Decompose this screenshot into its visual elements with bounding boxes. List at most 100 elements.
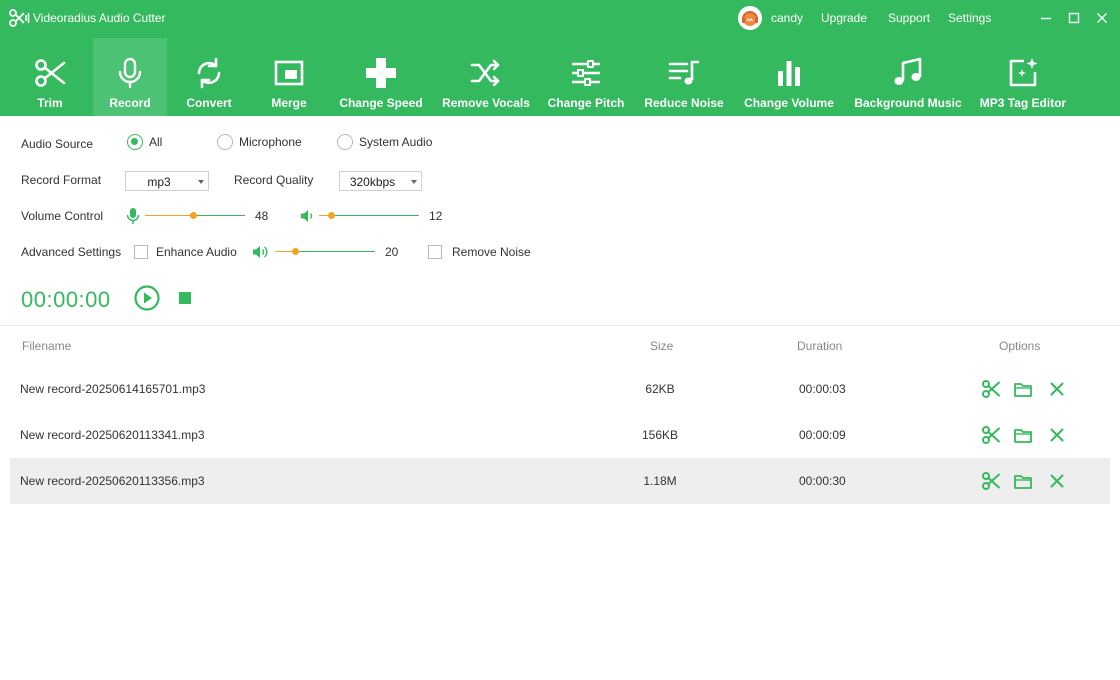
tool-label: Record: [109, 96, 151, 110]
tool-remove-vocals[interactable]: Remove Vocals: [440, 38, 532, 116]
table-row[interactable]: New record-20250620113356.mp3 1.18M 00:0…: [10, 458, 1110, 504]
scissors-icon: [35, 59, 66, 87]
tool-change-volume[interactable]: Change Volume: [742, 38, 836, 116]
close-icon[interactable]: [1092, 8, 1112, 28]
tool-label: Remove Vocals: [442, 96, 530, 110]
tool-reduce-noise[interactable]: Reduce Noise: [642, 38, 726, 116]
column-filename: Filename: [22, 339, 72, 353]
stop-button[interactable]: [179, 292, 191, 304]
cut-button[interactable]: [981, 425, 1001, 445]
audio-source-label: Audio Source: [21, 137, 94, 151]
row-duration: 00:00:09: [799, 428, 846, 442]
chevron-down-icon: [198, 180, 204, 184]
music-note-icon: [894, 57, 922, 85]
tool-mp3-tag-editor[interactable]: MP3 Tag Editor: [978, 38, 1068, 116]
slider-knob[interactable]: [291, 248, 299, 255]
volume-up-icon: [253, 246, 268, 258]
table-row[interactable]: New record-20250620113341.mp3 156KB 00:0…: [10, 412, 1110, 458]
scissors-icon: [982, 380, 1000, 398]
open-folder-button[interactable]: [1013, 471, 1033, 491]
tool-background-music[interactable]: Background Music: [853, 38, 963, 116]
app-logo-icon: [9, 9, 30, 27]
row-filename: New record-20250614165701.mp3: [20, 382, 206, 396]
convert-icon: [197, 57, 221, 89]
speaker-icon: [301, 210, 313, 222]
row-size: 62KB: [645, 382, 675, 396]
title-bar: Videoradius Audio Cutter candy Upgrade S…: [0, 0, 1120, 36]
source-microphone-radio[interactable]: [217, 134, 233, 150]
bar-chart-icon: [778, 61, 800, 86]
maximize-icon[interactable]: [1064, 8, 1084, 28]
close-icon: [1050, 428, 1064, 442]
tool-label: Change Volume: [744, 96, 834, 110]
chevron-down-icon: [411, 180, 417, 184]
row-filename: New record-20250620113341.mp3: [20, 428, 205, 442]
remove-noise-checkbox[interactable]: [428, 245, 442, 259]
folder-icon: [1014, 383, 1032, 397]
delete-button[interactable]: [1047, 471, 1067, 491]
noise-icon: [668, 60, 700, 85]
record-format-label: Record Format: [21, 173, 102, 187]
minimize-icon[interactable]: [1036, 8, 1056, 28]
merge-icon: [274, 60, 304, 86]
source-system-audio-label[interactable]: System Audio: [359, 135, 432, 149]
tool-label: Merge: [271, 96, 307, 110]
open-folder-button[interactable]: [1013, 425, 1033, 445]
cut-button[interactable]: [981, 471, 1001, 491]
tag-edit-icon: [1009, 58, 1038, 87]
system-volume-slider[interactable]: [319, 211, 419, 221]
tool-label: Change Speed: [339, 96, 423, 110]
enhance-audio-value: 20: [385, 245, 399, 259]
column-options: Options: [999, 339, 1041, 353]
mic-volume-value: 48: [255, 209, 269, 223]
delete-button[interactable]: [1047, 425, 1067, 445]
settings-link[interactable]: Settings: [948, 11, 991, 25]
shuffle-icon: [470, 59, 500, 87]
record-quality-label: Record Quality: [234, 173, 314, 187]
remove-noise-label[interactable]: Remove Noise: [452, 245, 531, 259]
tool-merge[interactable]: Merge: [252, 38, 326, 116]
tool-convert[interactable]: Convert: [172, 38, 246, 116]
row-size: 156KB: [641, 428, 679, 442]
app-header: Videoradius Audio Cutter candy Upgrade S…: [0, 0, 1120, 116]
play-button[interactable]: [134, 285, 160, 311]
cut-button[interactable]: [981, 379, 1001, 399]
avatar[interactable]: [738, 6, 762, 30]
source-system-audio-radio[interactable]: [337, 134, 353, 150]
tool-trim[interactable]: Trim: [10, 38, 90, 116]
tool-label: Convert: [186, 96, 232, 110]
row-duration: 00:00:30: [799, 474, 846, 488]
mic-volume-slider[interactable]: [145, 211, 245, 221]
system-volume-value: 12: [429, 209, 443, 223]
source-all-radio[interactable]: [127, 134, 143, 150]
volume-control-label: Volume Control: [21, 209, 104, 223]
slider-fill: [145, 215, 193, 216]
slider-knob[interactable]: [189, 212, 197, 219]
close-icon: [1050, 382, 1064, 396]
tool-label: MP3 Tag Editor: [979, 96, 1067, 110]
record-format-value: mp3: [147, 175, 171, 189]
record-quality-value: 320kbps: [349, 175, 396, 189]
enhance-audio-label[interactable]: Enhance Audio: [156, 245, 237, 259]
enhance-audio-slider[interactable]: [275, 247, 375, 257]
open-folder-button[interactable]: [1013, 379, 1033, 399]
source-all-label[interactable]: All: [149, 135, 162, 149]
table-row[interactable]: New record-20250614165701.mp3 62KB 00:00…: [10, 366, 1110, 412]
record-timer: 00:00:00: [21, 287, 111, 312]
delete-button[interactable]: [1047, 379, 1067, 399]
column-duration: Duration: [797, 339, 843, 353]
speed-icon: [366, 58, 396, 88]
stop-icon: [179, 292, 191, 304]
source-microphone-label[interactable]: Microphone: [239, 135, 302, 149]
enhance-audio-checkbox[interactable]: [134, 245, 148, 259]
tool-change-speed[interactable]: Change Speed: [337, 38, 425, 116]
sliders-icon: [572, 60, 600, 86]
slider-knob[interactable]: [327, 212, 335, 219]
upgrade-link[interactable]: Upgrade: [821, 11, 867, 25]
username[interactable]: candy: [771, 11, 803, 25]
record-quality-select[interactable]: 320kbps: [339, 171, 422, 191]
support-link[interactable]: Support: [888, 11, 930, 25]
tool-change-pitch[interactable]: Change Pitch: [545, 38, 627, 116]
record-format-select[interactable]: mp3: [125, 171, 209, 191]
tool-record[interactable]: Record: [93, 38, 167, 116]
